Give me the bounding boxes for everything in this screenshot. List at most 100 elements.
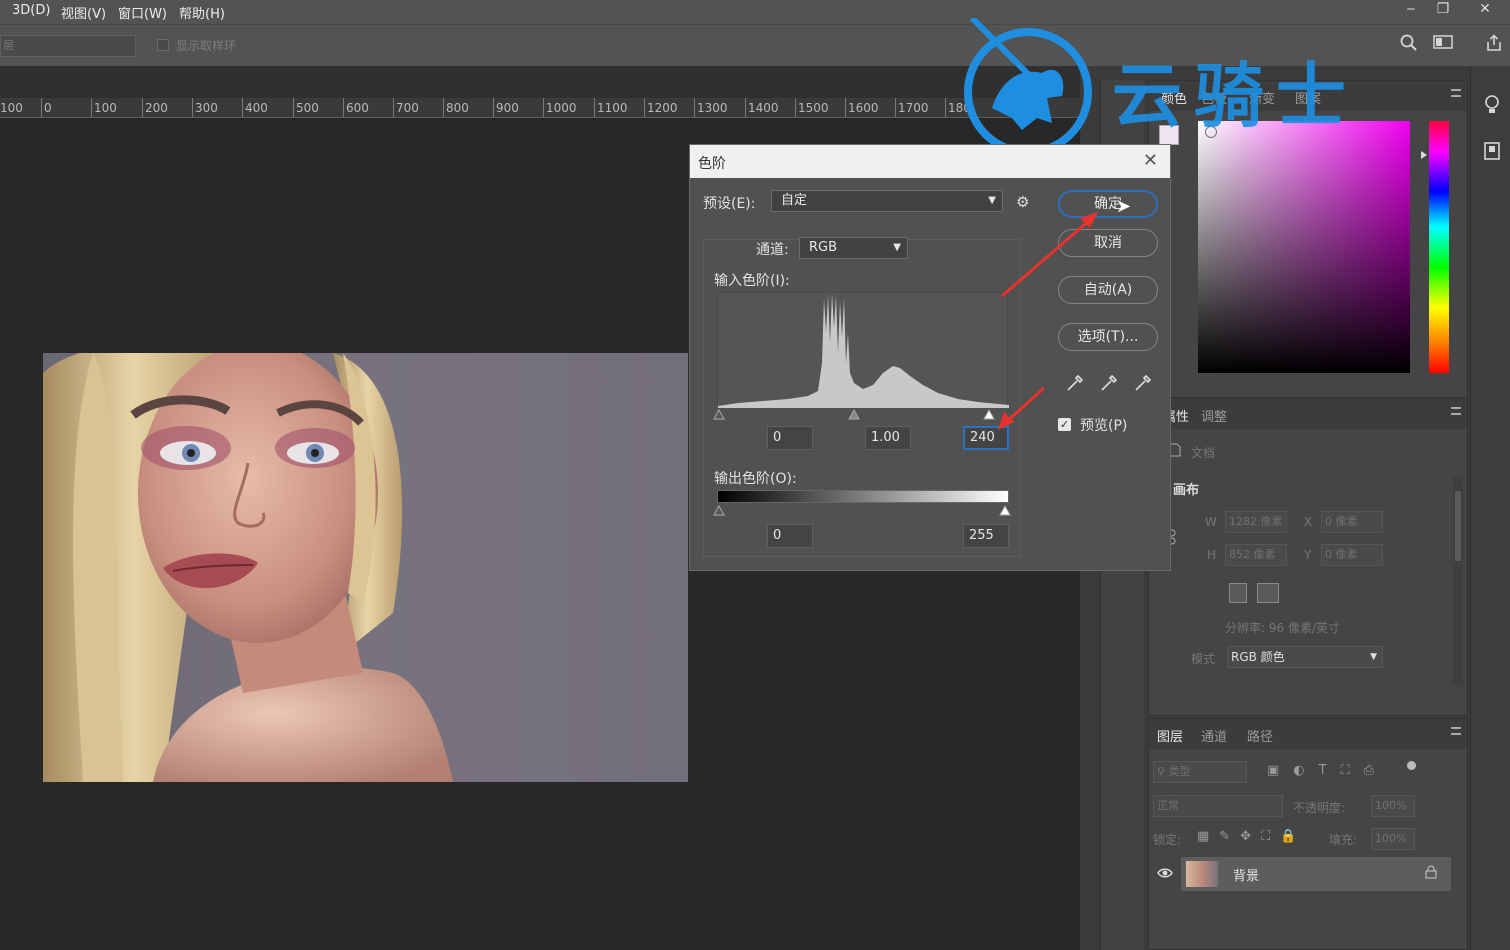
knight-logo-icon — [964, 18, 1092, 156]
dialog-title: 色阶 — [698, 156, 726, 172]
ruler-tick: 1400 — [745, 98, 779, 117]
height-field[interactable]: 852 像素 — [1225, 544, 1287, 566]
color-field[interactable] — [1198, 121, 1410, 373]
eye-icon[interactable] — [1157, 867, 1173, 883]
close-app-button[interactable]: ✕ — [1470, 0, 1500, 20]
preview-checkbox[interactable]: ✓ — [1058, 418, 1071, 431]
input-slider-track[interactable] — [712, 407, 1012, 421]
layers-panel: 图层 通道 路径 ⚲ 类型 ▣◐T⛶⎙ 正常 不透明度: 100% 锁定: ▦✎… — [1148, 718, 1468, 950]
blend-mode-select[interactable]: 正常 — [1153, 795, 1283, 817]
menu-window[interactable]: 窗口(W) — [118, 3, 167, 22]
properties-panel: 属性 调整 文档 画布 W 1282 像素 X 0 像素 H 852 像素 Y … — [1148, 398, 1468, 716]
gear-icon[interactable]: ⚙ — [1016, 193, 1029, 211]
restore-button[interactable]: ❐ — [1428, 0, 1458, 20]
ruler-tick: 400 — [242, 98, 268, 117]
document-label: 文档 — [1191, 446, 1216, 460]
input-levels-label: 输入色阶(I): — [714, 273, 790, 289]
gray-eyedropper-icon[interactable] — [1099, 373, 1119, 397]
cancel-button[interactable]: 取消 — [1058, 229, 1158, 257]
channel-select[interactable]: RGB ▼ — [799, 237, 908, 259]
x-field[interactable]: 0 像素 — [1321, 511, 1383, 533]
fill-field[interactable]: 100% — [1371, 828, 1415, 850]
close-icon[interactable]: ✕ — [1143, 150, 1158, 171]
sample-layer-select[interactable]: 层 — [0, 35, 136, 57]
output-slider-track[interactable] — [712, 503, 1012, 517]
preview-label: 预览(P) — [1080, 418, 1128, 434]
watermark-text: 云骑士 — [1112, 55, 1358, 137]
minimize-button[interactable]: ‒ — [1396, 0, 1426, 20]
tab-paths[interactable]: 路径 — [1247, 726, 1273, 745]
output-white-field[interactable]: 255 — [963, 524, 1009, 548]
far-right-strip — [1470, 66, 1510, 950]
white-eyedropper-icon[interactable] — [1133, 373, 1153, 397]
layers-tabbar: 图层 通道 路径 — [1149, 719, 1467, 749]
input-white-field[interactable]: 240 — [963, 426, 1009, 450]
options-button[interactable]: 选项(T)... — [1058, 323, 1158, 351]
ruler-tick: 100 — [91, 98, 117, 117]
width-label: W — [1205, 515, 1217, 529]
chevron-down-icon: ▼ — [988, 195, 996, 206]
watermark: 云骑士 — [962, 18, 1432, 158]
mode-select[interactable]: RGB 颜色 ▼ — [1227, 646, 1383, 668]
auto-button[interactable]: 自动(A) — [1058, 276, 1158, 304]
preset-select[interactable]: 自定 ▼ — [771, 190, 1003, 212]
tab-channels[interactable]: 通道 — [1201, 726, 1227, 745]
y-label: Y — [1304, 548, 1312, 562]
tab-layers[interactable]: 图层 — [1157, 726, 1183, 745]
panel-menu-icon[interactable] — [1451, 727, 1461, 735]
menu-3d[interactable]: 3D(D) — [12, 3, 50, 18]
panel-menu-icon[interactable] — [1451, 89, 1461, 97]
layer-row-background[interactable]: 背景 — [1181, 857, 1451, 891]
ok-button[interactable]: 确定 — [1058, 190, 1158, 218]
dialog-titlebar[interactable]: 色阶 — [690, 145, 1170, 178]
chevron-down-icon: ▼ — [893, 242, 901, 253]
ruler-tick: 1300 — [694, 98, 728, 117]
ruler-tick: 100 — [0, 101, 23, 115]
output-black-field[interactable]: 0 — [767, 524, 813, 548]
share-icon[interactable] — [1485, 34, 1503, 57]
filter-toggle-icon[interactable] — [1407, 761, 1416, 770]
document-tab-area — [0, 66, 1100, 98]
ruler-tick: 800 — [443, 98, 469, 117]
opacity-label: 不透明度: — [1293, 801, 1346, 815]
input-gamma-field[interactable]: 1.00 — [865, 426, 911, 450]
resolution-text: 分辨率: 96 像素/英寸 — [1225, 621, 1340, 635]
width-field[interactable]: 1282 像素 — [1225, 511, 1287, 533]
y-field[interactable]: 0 像素 — [1321, 544, 1383, 566]
lock-icon[interactable] — [1425, 865, 1437, 883]
tab-adjustments[interactable]: 调整 — [1201, 406, 1227, 425]
preset-label: 预设(E): — [703, 196, 756, 212]
portrait-photo[interactable] — [43, 353, 688, 782]
x-label: X — [1304, 515, 1313, 529]
ruler-tick: 300 — [192, 98, 218, 117]
hue-slider[interactable] — [1429, 121, 1449, 373]
ruler-tick: 1700 — [895, 98, 929, 117]
properties-tabbar: 属性 调整 — [1149, 399, 1467, 429]
workspace-icon[interactable] — [1433, 34, 1453, 55]
output-levels-label: 输出色阶(O): — [714, 471, 797, 487]
opacity-field[interactable]: 100% — [1371, 795, 1415, 817]
scrollbar-thumb[interactable] — [1455, 491, 1461, 561]
properties-scrollbar[interactable] — [1453, 477, 1463, 685]
landscape-orientation-icon[interactable] — [1257, 583, 1279, 603]
menu-view[interactable]: 视图(V) — [61, 3, 106, 22]
ruler-tick: 1000 — [543, 98, 577, 117]
lock-icons[interactable]: ▦✎✥⛶🔒 — [1197, 829, 1306, 844]
panel-menu-icon[interactable] — [1451, 407, 1461, 415]
ruler-tick: 500 — [293, 98, 319, 117]
canvas-section-title: 画布 — [1173, 483, 1200, 498]
libraries-icon[interactable] — [1483, 141, 1501, 165]
layer-filter-select[interactable]: ⚲ 类型 — [1153, 761, 1247, 783]
portrait-orientation-icon[interactable] — [1229, 583, 1247, 603]
histogram — [717, 292, 1009, 408]
ruler-tick: 900 — [493, 98, 519, 117]
black-eyedropper-icon[interactable] — [1065, 373, 1085, 397]
ruler-tick: 0 — [41, 98, 52, 117]
lightbulb-icon[interactable] — [1483, 94, 1501, 120]
ruler-tick: 1600 — [845, 98, 879, 117]
layer-filter-icons[interactable]: ▣◐T⛶⎙ — [1267, 763, 1388, 778]
sample-ring-checkbox[interactable] — [157, 39, 169, 51]
menu-help[interactable]: 帮助(H) — [179, 3, 225, 22]
ruler-tick: 700 — [393, 98, 419, 117]
input-black-field[interactable]: 0 — [767, 426, 813, 450]
